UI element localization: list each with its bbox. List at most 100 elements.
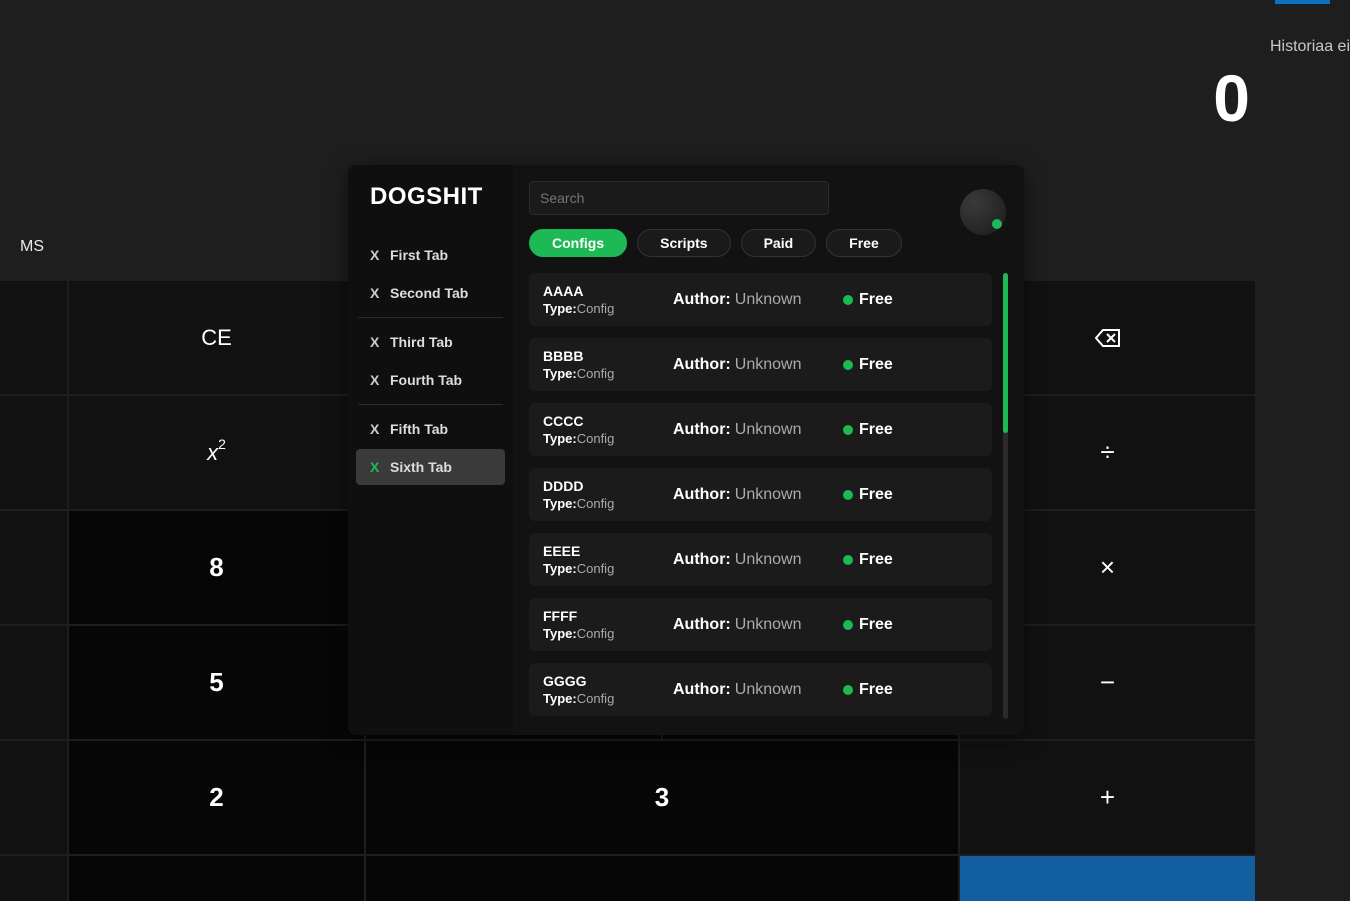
sidebar-item-label: Fifth Tab bbox=[390, 421, 448, 437]
item-name: EEEE bbox=[543, 543, 673, 559]
list-item[interactable]: AAAA Type:Config Author:Unknown Free bbox=[529, 273, 992, 326]
item-type: Type:Config bbox=[543, 366, 673, 381]
item-name: AAAA bbox=[543, 283, 673, 299]
filter-scripts[interactable]: Scripts bbox=[637, 229, 730, 257]
sidebar-item-label: Fourth Tab bbox=[390, 372, 462, 388]
separator bbox=[358, 404, 503, 405]
calc-spacer bbox=[0, 511, 67, 624]
item-badge: Free bbox=[843, 616, 978, 634]
item-badge: Free bbox=[843, 551, 978, 569]
sidebar-item-first-tab[interactable]: X First Tab bbox=[356, 237, 505, 273]
list-item[interactable]: EEEE Type:Config Author:Unknown Free bbox=[529, 533, 992, 586]
square-button[interactable]: x2 bbox=[69, 396, 364, 509]
calc-spacer bbox=[0, 856, 67, 901]
filter-configs[interactable]: Configs bbox=[529, 229, 627, 257]
digit-8-button[interactable]: 8 bbox=[69, 511, 364, 624]
sidebar-item-third-tab[interactable]: X Third Tab bbox=[356, 324, 505, 360]
item-author: Author:Unknown bbox=[673, 681, 843, 699]
item-type: Type:Config bbox=[543, 496, 673, 511]
close-icon[interactable]: X bbox=[370, 459, 390, 475]
status-dot-icon bbox=[843, 685, 853, 695]
item-author: Author:Unknown bbox=[673, 486, 843, 504]
square-label: x2 bbox=[207, 440, 226, 466]
search-row bbox=[529, 181, 1008, 215]
equals-button[interactable] bbox=[960, 856, 1255, 901]
item-type: Type:Config bbox=[543, 691, 673, 706]
item-name: FFFF bbox=[543, 608, 673, 624]
status-dot-icon bbox=[843, 620, 853, 630]
item-badge: Free bbox=[843, 421, 978, 439]
overlay-panel: DOGSHIT X First Tab X Second Tab X Third… bbox=[348, 165, 1024, 735]
calc-spacer bbox=[0, 396, 67, 509]
list-container: AAAA Type:Config Author:Unknown Free BBB… bbox=[529, 273, 1008, 719]
clear-entry-button[interactable]: CE bbox=[69, 281, 364, 394]
history-empty-text: Historiaa ei bbox=[1270, 38, 1350, 56]
sidebar-item-label: Sixth Tab bbox=[390, 459, 452, 475]
history-pane bbox=[1257, 281, 1350, 901]
item-type: Type:Config bbox=[543, 301, 673, 316]
calc-spacer bbox=[0, 281, 67, 394]
close-icon[interactable]: X bbox=[370, 372, 390, 388]
item-author: Author:Unknown bbox=[673, 356, 843, 374]
item-name: GGGG bbox=[543, 673, 673, 689]
item-author: Author:Unknown bbox=[673, 291, 843, 309]
backspace-icon bbox=[1095, 328, 1121, 348]
sidebar-item-label: First Tab bbox=[390, 247, 448, 263]
list-item[interactable]: DDDD Type:Config Author:Unknown Free bbox=[529, 468, 992, 521]
digit-5-button[interactable]: 5 bbox=[69, 626, 364, 739]
scrollbar-thumb[interactable] bbox=[1003, 273, 1008, 433]
avatar[interactable] bbox=[960, 189, 1006, 235]
panel-content: Configs Scripts Paid Free AAAA Type:Conf… bbox=[513, 165, 1024, 735]
item-author: Author:Unknown bbox=[673, 551, 843, 569]
sidebar-item-label: Second Tab bbox=[390, 285, 468, 301]
sidebar-item-label: Third Tab bbox=[390, 334, 453, 350]
close-icon[interactable]: X bbox=[370, 247, 390, 263]
calc-spacer bbox=[0, 741, 67, 854]
item-author: Author:Unknown bbox=[673, 421, 843, 439]
separator bbox=[358, 317, 503, 318]
filter-free[interactable]: Free bbox=[826, 229, 902, 257]
search-input[interactable] bbox=[529, 181, 829, 215]
calc-hidden bbox=[366, 856, 958, 901]
item-badge: Free bbox=[843, 356, 978, 374]
calc-spacer bbox=[0, 626, 67, 739]
calculator-display: 0 bbox=[1213, 60, 1250, 136]
sidebar-item-fourth-tab[interactable]: X Fourth Tab bbox=[356, 362, 505, 398]
item-badge: Free bbox=[843, 681, 978, 699]
sidebar-item-second-tab[interactable]: X Second Tab bbox=[356, 275, 505, 311]
list-item[interactable]: FFFF Type:Config Author:Unknown Free bbox=[529, 598, 992, 651]
item-type: Type:Config bbox=[543, 626, 673, 641]
close-icon[interactable]: X bbox=[370, 334, 390, 350]
status-dot-icon bbox=[843, 425, 853, 435]
list-item[interactable]: CCCC Type:Config Author:Unknown Free bbox=[529, 403, 992, 456]
plus-button[interactable]: + bbox=[960, 741, 1255, 854]
status-dot-icon bbox=[843, 295, 853, 305]
filter-paid[interactable]: Paid bbox=[741, 229, 817, 257]
item-name: CCCC bbox=[543, 413, 673, 429]
sidebar-item-fifth-tab[interactable]: X Fifth Tab bbox=[356, 411, 505, 447]
filter-row: Configs Scripts Paid Free bbox=[529, 229, 1008, 257]
item-name: BBBB bbox=[543, 348, 673, 364]
list-item[interactable]: BBBB Type:Config Author:Unknown Free bbox=[529, 338, 992, 391]
item-name: DDDD bbox=[543, 478, 673, 494]
sidebar-item-sixth-tab[interactable]: X Sixth Tab bbox=[356, 449, 505, 485]
item-badge: Free bbox=[843, 486, 978, 504]
close-icon[interactable]: X bbox=[370, 421, 390, 437]
close-icon[interactable]: X bbox=[370, 285, 390, 301]
calc-hidden bbox=[69, 856, 364, 901]
memory-store-button[interactable]: MS bbox=[20, 238, 44, 256]
status-dot-icon bbox=[843, 360, 853, 370]
list-item[interactable]: GGGG Type:Config Author:Unknown Free bbox=[529, 663, 992, 716]
status-dot-icon bbox=[992, 219, 1002, 229]
panel-title: DOGSHIT bbox=[348, 183, 513, 235]
item-type: Type:Config bbox=[543, 561, 673, 576]
sidebar: DOGSHIT X First Tab X Second Tab X Third… bbox=[348, 165, 513, 735]
digit-3-button[interactable]: 3 bbox=[366, 741, 958, 854]
digit-2-button[interactable]: 2 bbox=[69, 741, 364, 854]
status-dot-icon bbox=[843, 490, 853, 500]
status-dot-icon bbox=[843, 555, 853, 565]
item-type: Type:Config bbox=[543, 431, 673, 446]
item-badge: Free bbox=[843, 291, 978, 309]
item-author: Author:Unknown bbox=[673, 616, 843, 634]
history-tab-indicator bbox=[1275, 0, 1330, 4]
